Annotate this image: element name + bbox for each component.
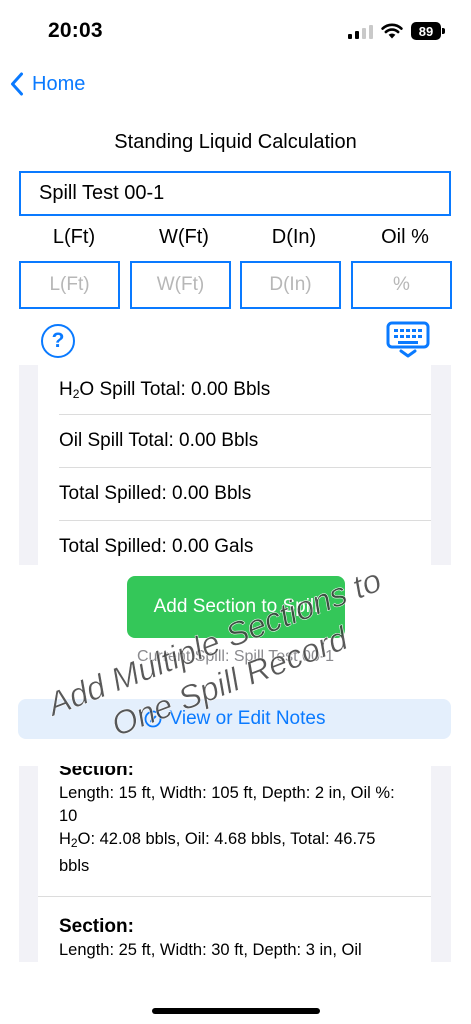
- wifi-icon: [381, 23, 403, 39]
- pencil-icon: [144, 710, 161, 728]
- h2o-total-row: H2O Spill Total: 0.00 Bbls: [38, 365, 431, 414]
- status-time: 20:03: [48, 19, 103, 42]
- back-button[interactable]: Home: [10, 66, 85, 102]
- length-input[interactable]: [19, 261, 120, 309]
- view-edit-notes-button[interactable]: View or Edit Notes: [18, 699, 451, 739]
- help-button[interactable]: ?: [41, 324, 75, 358]
- list-item[interactable]: Section: Length: 15 ft, Width: 105 ft, D…: [38, 766, 431, 896]
- dismiss-keyboard-button[interactable]: [386, 321, 430, 359]
- spill-name-input[interactable]: [19, 171, 451, 216]
- oil-total-text: Oil Spill Total: 0.00 Bbls: [59, 429, 259, 451]
- total-gals-row: Total Spilled: 0.00 Gals: [38, 520, 431, 573]
- section-dimensions: Length: 15 ft, Width: 105 ft, Depth: 2 i…: [59, 784, 395, 825]
- home-indicator[interactable]: [152, 1008, 320, 1014]
- current-spill-label: Current Spill: Spill Test 00-1: [136, 648, 335, 665]
- battery-icon: 89: [411, 22, 445, 40]
- section-header: Section:: [59, 916, 134, 937]
- sections-list: Section: Length: 15 ft, Width: 105 ft, D…: [38, 766, 431, 962]
- length-label: L(Ft): [52, 226, 96, 248]
- totals-list: H2O Spill Total: 0.00 Bbls Oil Spill Tot…: [38, 365, 431, 565]
- add-section-button[interactable]: Add Section to Spill: [127, 576, 345, 638]
- cellular-signal-icon: [348, 23, 373, 39]
- width-input[interactable]: [130, 261, 231, 309]
- back-label: Home: [32, 72, 86, 95]
- h2o-total-text: H2O Spill Total: 0.00 Bbls: [59, 378, 271, 401]
- total-bbls-row: Total Spilled: 0.00 Bbls: [38, 467, 431, 520]
- question-mark-icon: ?: [51, 329, 65, 352]
- oil-total-row: Oil Spill Total: 0.00 Bbls: [38, 414, 431, 467]
- keyboard-dismiss-icon: [386, 321, 430, 358]
- status-indicators: 89: [348, 22, 445, 40]
- page-title: Standing Liquid Calculation: [114, 131, 357, 153]
- section-dimensions: Length: 25 ft, Width: 30 ft, Depth: 3 in…: [59, 941, 362, 959]
- section-results: H2O: 42.08 bbls, Oil: 4.68 bbls, Total: …: [59, 830, 376, 875]
- status-bar: 20:03 89: [0, 0, 471, 62]
- section-header: Section:: [59, 766, 134, 780]
- depth-label: D(In): [271, 226, 317, 248]
- width-label: W(Ft): [159, 226, 209, 248]
- total-bbls-text: Total Spilled: 0.00 Bbls: [59, 482, 252, 504]
- list-item[interactable]: Section: Length: 25 ft, Width: 30 ft, De…: [38, 896, 431, 962]
- depth-input[interactable]: [240, 261, 341, 309]
- total-gals-text: Total Spilled: 0.00 Gals: [59, 535, 254, 557]
- oil-percent-input[interactable]: [351, 261, 452, 309]
- notes-label: View or Edit Notes: [169, 708, 326, 729]
- chevron-left-icon: [11, 72, 23, 96]
- oil-percent-label: Oil %: [381, 226, 429, 248]
